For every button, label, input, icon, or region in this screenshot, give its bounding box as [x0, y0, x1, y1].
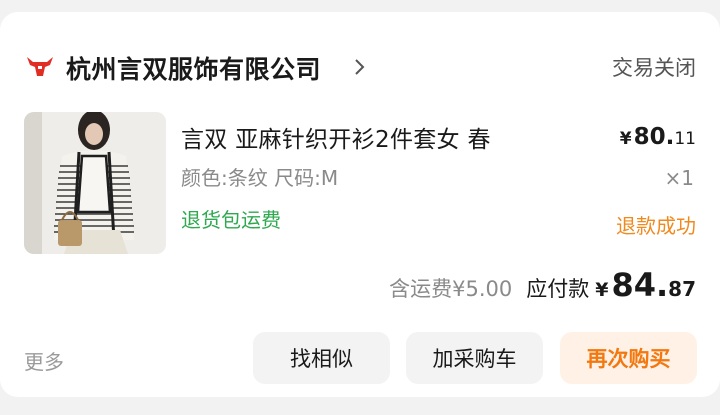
- price-integer: 80.: [633, 124, 675, 150]
- more-button[interactable]: 更多: [24, 346, 64, 375]
- product-thumbnail[interactable]: [24, 112, 166, 254]
- bull-head-icon: [27, 57, 53, 76]
- order-card: 杭州言双服饰有限公司 交易关闭 言双 亚麻针织开衫2件套女 春 颜色:条纹 尺码…: [0, 12, 720, 397]
- unit-price: ¥80.11: [620, 124, 696, 150]
- service-tag: 退货包运费: [181, 208, 281, 232]
- amount-due-currency: ¥: [595, 279, 609, 301]
- buy-again-button[interactable]: 再次购买: [560, 332, 697, 384]
- order-status: 交易关闭: [612, 56, 696, 80]
- amount-due-integer: 84.: [611, 266, 669, 304]
- price-decimal: 11: [674, 129, 696, 149]
- product-image: [24, 112, 166, 254]
- quantity: ×1: [664, 166, 694, 190]
- shipping-fee: 含运费¥5.00: [389, 277, 513, 301]
- shop-name[interactable]: 杭州言双服饰有限公司: [66, 50, 321, 86]
- find-similar-button[interactable]: 找相似: [253, 332, 390, 384]
- amount-due-decimal: 87: [668, 277, 696, 301]
- product-spec: 颜色:条纹 尺码:M: [181, 166, 339, 190]
- chevron-right-icon[interactable]: [353, 57, 367, 77]
- add-to-cart-button[interactable]: 加采购车: [406, 332, 543, 384]
- price-currency: ¥: [619, 129, 632, 149]
- order-totals: 含运费¥5.00 应付款 ¥ 84. 87: [389, 266, 696, 304]
- refund-status[interactable]: 退款成功: [616, 210, 696, 239]
- product-title[interactable]: 言双 亚麻针织开衫2件套女 春: [181, 120, 491, 154]
- amount-due-label: 应付款: [526, 277, 590, 301]
